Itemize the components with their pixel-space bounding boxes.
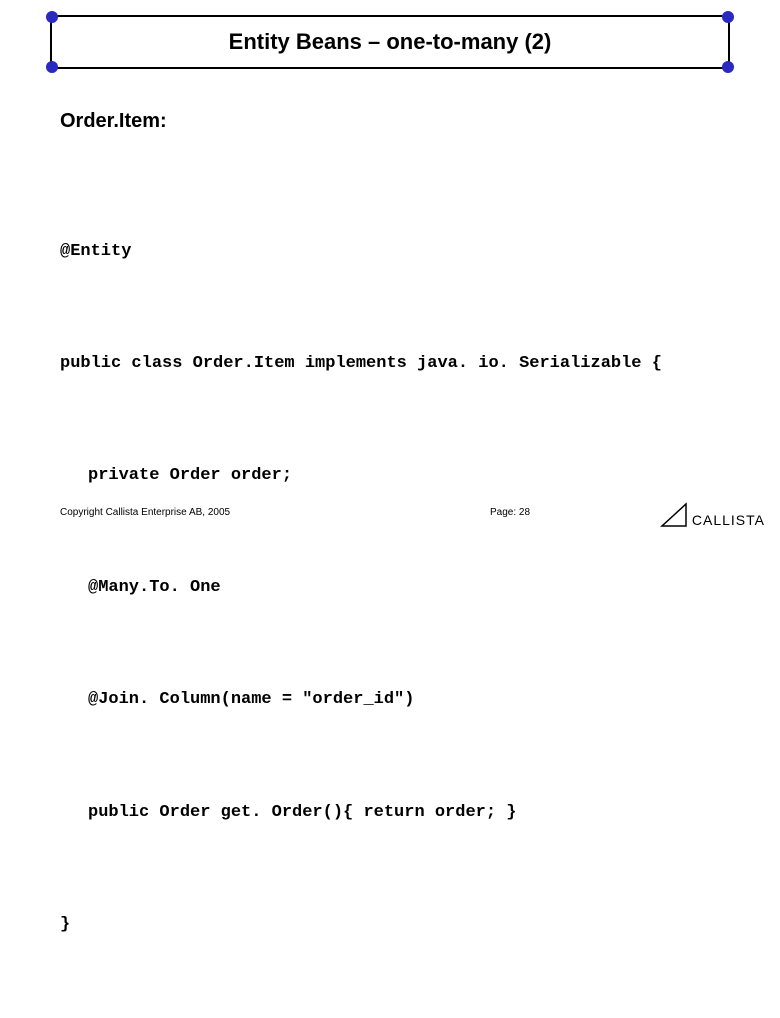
corner-dot-icon [46,11,58,23]
copyright-text: Copyright Callista Enterprise AB, 2005 [60,507,230,518]
corner-dot-icon [46,61,58,73]
corner-dot-icon [722,61,734,73]
content-area: Order.Item: @Entity public class Order.I… [60,110,750,1018]
code-line: } [60,906,750,943]
title-box: Entity Beans – one-to-many (2) [50,15,730,69]
slide-title: Entity Beans – one-to-many (2) [72,29,708,55]
logo-triangle-icon [660,502,688,528]
footer: Copyright Callista Enterprise AB, 2005 [60,507,760,518]
code-line: @Many.To. One [88,569,750,606]
logo: CALLISTA [660,502,765,528]
code-line: private Order order; [88,457,750,494]
code-line: @Join. Column(name = "order_id") [88,681,750,718]
logo-text: CALLISTA [692,512,765,528]
corner-dot-icon [722,11,734,23]
code-line: @Entity [60,233,750,270]
code-block: @Entity public class Order.Item implemen… [60,158,750,1018]
section-heading: Order.Item: [60,110,750,133]
code-line: public class Order.Item implements java.… [60,345,750,382]
code-line: public Order get. Order(){ return order;… [88,794,750,831]
page-number: Page: 28 [490,507,530,518]
